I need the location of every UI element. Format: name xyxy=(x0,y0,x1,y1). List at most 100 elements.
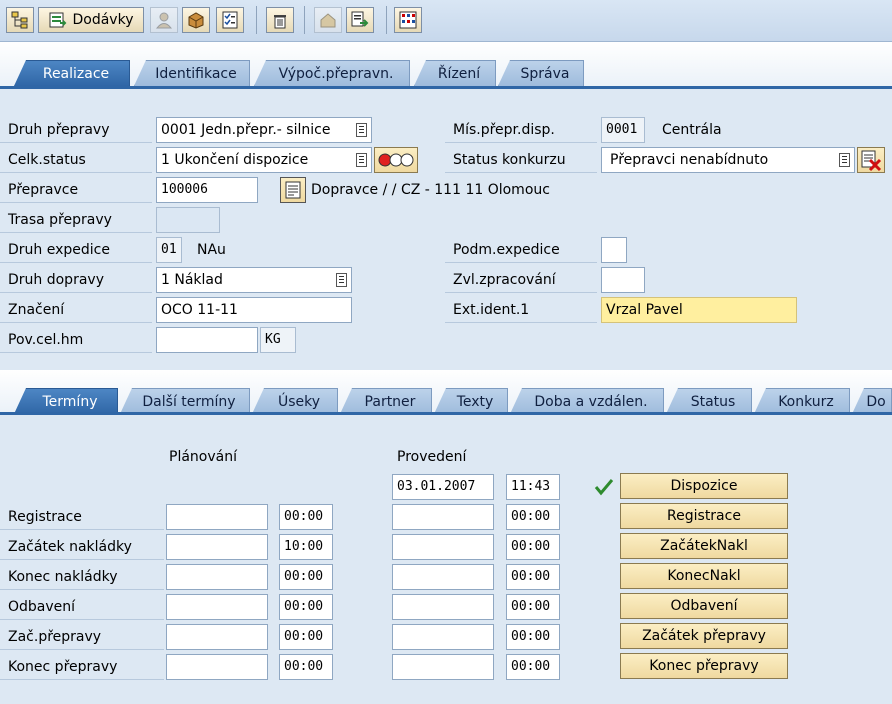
celk-status-field[interactable]: 1 Ukončení dispozice xyxy=(156,147,372,173)
exec-time-field[interactable]: 00:00 xyxy=(506,564,560,590)
termin-row-label: Registrace xyxy=(0,504,164,530)
document-delete-icon xyxy=(861,150,882,172)
druh-prepravy-label: Druh přepravy xyxy=(0,117,152,143)
tab-useky[interactable]: Úseky xyxy=(252,388,338,414)
carrier-detail-button[interactable] xyxy=(280,177,306,203)
cancel-tender-button[interactable] xyxy=(857,147,885,173)
home-button[interactable] xyxy=(314,7,342,33)
delete-button[interactable] xyxy=(266,7,294,33)
dropdown-icon[interactable] xyxy=(336,273,347,287)
plan-time-field[interactable]: 00:00 xyxy=(279,564,333,590)
exec-time-field[interactable]: 00:00 xyxy=(506,534,560,560)
tab-realizace[interactable]: Realizace xyxy=(14,60,130,86)
tab-vypoc-prepravn[interactable]: Výpoč.přepravn. xyxy=(254,60,410,86)
mis-prepr-disp-label: Mís.přepr.disp. xyxy=(445,117,597,143)
tab-identifikace[interactable]: Identifikace xyxy=(134,60,250,86)
dispozice-date-field[interactable]: 03.01.2007 xyxy=(392,474,494,500)
trasa-field[interactable] xyxy=(156,207,220,233)
layout-button[interactable] xyxy=(394,7,422,33)
exec-time-field[interactable]: 00:00 xyxy=(506,504,560,530)
znaceni-label: Značení xyxy=(0,297,152,323)
exec-time-field[interactable]: 00:00 xyxy=(506,594,560,620)
plan-date-field[interactable] xyxy=(166,534,268,560)
person-button[interactable] xyxy=(150,7,178,33)
druh-dopravy-label: Druh dopravy xyxy=(0,267,152,293)
tab-doba-a-vzdalen[interactable]: Doba a vzdálen. xyxy=(510,388,664,414)
exec-date-field[interactable] xyxy=(392,594,494,620)
copy-forward-button[interactable] xyxy=(346,7,374,33)
exec-date-field[interactable] xyxy=(392,654,494,680)
znaceni-field[interactable]: OCO 11-11 xyxy=(156,297,352,323)
tab-terminy[interactable]: Termíny xyxy=(14,388,118,414)
mis-prepr-disp-field[interactable]: 0001 xyxy=(601,117,645,143)
plan-time-field[interactable]: 00:00 xyxy=(279,504,333,530)
status-action-button[interactable]: KonecNakl xyxy=(620,563,788,589)
document-icon xyxy=(285,181,301,199)
dropdown-icon[interactable] xyxy=(839,153,850,167)
tab-sprava[interactable]: Správa xyxy=(498,60,584,86)
druh-dopravy-value: 1 Náklad xyxy=(161,272,223,288)
hierarchy-button[interactable] xyxy=(6,7,34,33)
exec-date-field[interactable] xyxy=(392,504,494,530)
status-action-button[interactable]: Konec přepravy xyxy=(620,653,788,679)
checklist-button[interactable] xyxy=(216,7,244,33)
planovani-header: Plánování xyxy=(169,449,237,465)
mis-prepr-disp-desc: Centrála xyxy=(662,122,722,138)
plan-time-field[interactable]: 00:00 xyxy=(279,624,333,650)
exec-date-field[interactable] xyxy=(392,564,494,590)
plan-date-field[interactable] xyxy=(166,564,268,590)
druh-prepravy-field[interactable]: 0001 Jedn.přepr.- silnice xyxy=(156,117,372,143)
druh-expedice-desc: NAu xyxy=(197,242,226,258)
celk-status-value: 1 Ukončení dispozice xyxy=(161,152,309,168)
exec-time-field[interactable]: 00:00 xyxy=(506,654,560,680)
plan-date-field[interactable] xyxy=(166,504,268,530)
plan-time-field[interactable]: 00:00 xyxy=(279,594,333,620)
prepravce-field[interactable]: 100006 xyxy=(156,177,258,203)
tab-konkurz[interactable]: Konkurz xyxy=(754,388,850,414)
trasa-label: Trasa přepravy xyxy=(0,207,152,233)
tabstrip-line xyxy=(0,86,892,89)
pov-cel-hm-field[interactable] xyxy=(156,327,258,353)
druh-prepravy-value: 0001 Jedn.přepr.- silnice xyxy=(161,122,331,138)
house-icon xyxy=(320,13,336,28)
exec-date-field[interactable] xyxy=(392,534,494,560)
podm-expedice-field[interactable] xyxy=(601,237,627,263)
traffic-light-button[interactable] xyxy=(374,147,418,173)
prepravce-desc: Dopravce / / CZ - 111 11 Olomouc xyxy=(311,182,550,198)
tab-dalsi-terminy[interactable]: Další termíny xyxy=(120,388,250,414)
status-action-button[interactable]: Registrace xyxy=(620,503,788,529)
status-konkurzu-label: Status konkurzu xyxy=(445,147,597,173)
plan-time-field[interactable]: 00:00 xyxy=(279,654,333,680)
tab-partner[interactable]: Partner xyxy=(340,388,432,414)
druh-expedice-field[interactable]: 01 xyxy=(156,237,182,263)
dodavky-button[interactable]: Dodávky xyxy=(38,7,144,33)
plan-time-field[interactable]: 10:00 xyxy=(279,534,333,560)
status-action-button[interactable]: ZačátekNakl xyxy=(620,533,788,559)
plan-date-field[interactable] xyxy=(166,654,268,680)
checkmark-icon xyxy=(594,479,614,496)
tab-rizeni[interactable]: Řízení xyxy=(414,60,496,86)
druh-dopravy-field[interactable]: 1 Náklad xyxy=(156,267,352,293)
exec-time-field[interactable]: 00:00 xyxy=(506,624,560,650)
traffic-light-icon xyxy=(378,153,414,167)
podm-expedice-label: Podm.expedice xyxy=(445,237,597,263)
dropdown-icon[interactable] xyxy=(356,153,367,167)
status-action-button[interactable]: Začátek přepravy xyxy=(620,623,788,649)
status-konkurzu-field[interactable]: Přepravci nenabídnuto xyxy=(601,147,855,173)
dropdown-icon[interactable] xyxy=(356,123,367,137)
tab-status[interactable]: Status xyxy=(666,388,752,414)
exec-date-field[interactable] xyxy=(392,624,494,650)
termin-row-label: Konec nakládky xyxy=(0,564,164,590)
plan-date-field[interactable] xyxy=(166,594,268,620)
dispozice-button[interactable]: Dispozice xyxy=(620,473,788,499)
plan-date-field[interactable] xyxy=(166,624,268,650)
status-action-button[interactable]: Odbavení xyxy=(620,593,788,619)
zvl-zpracovani-field[interactable] xyxy=(601,267,645,293)
termin-row-label: Konec přepravy xyxy=(0,654,164,680)
tab-texty[interactable]: Texty xyxy=(434,388,508,414)
grid-layout-icon xyxy=(399,11,417,29)
ext-ident-field[interactable]: Vrzal Pavel xyxy=(601,297,797,323)
weight-unit-field[interactable]: KG xyxy=(260,327,296,353)
package-button[interactable] xyxy=(182,7,210,33)
dispozice-time-field[interactable]: 11:43 xyxy=(506,474,560,500)
